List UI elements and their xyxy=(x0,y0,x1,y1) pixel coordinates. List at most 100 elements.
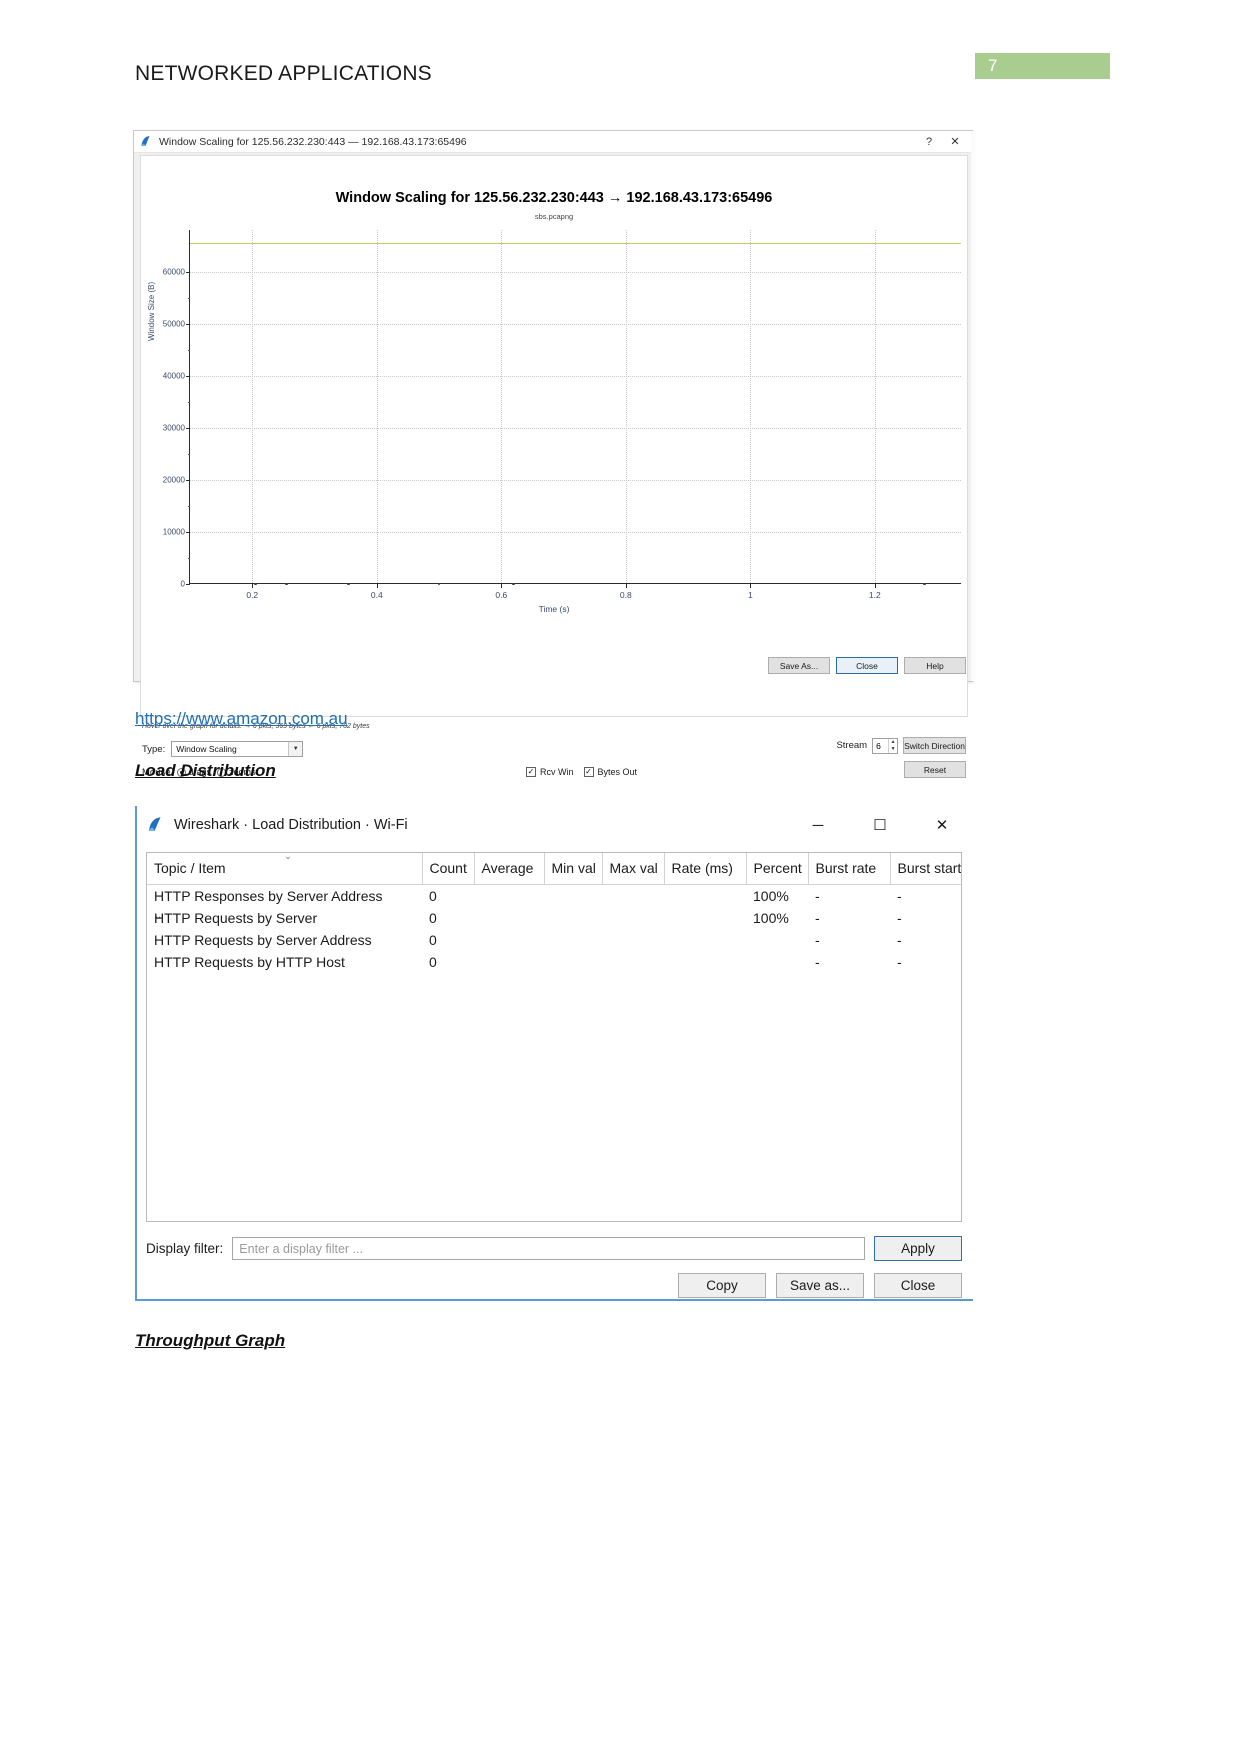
cell-burst-rate: - xyxy=(815,932,820,948)
cell-count: 0 xyxy=(429,932,437,948)
cell-rate-ms xyxy=(664,951,746,973)
stream-controls: Stream 6 ▲ ▼ Switch Direction xyxy=(836,737,966,754)
type-label: Type: xyxy=(142,743,166,755)
cell-average xyxy=(474,929,544,951)
bytes-out-checkbox[interactable]: ✓ Bytes Out xyxy=(583,767,637,777)
window-scaling-button-row: Save As... Close Help xyxy=(768,657,966,674)
cell-min-val xyxy=(544,907,602,929)
cell-max-val xyxy=(602,951,664,973)
data-point xyxy=(285,582,288,586)
x-axis-label: Time (s) xyxy=(538,604,570,614)
cell-percent xyxy=(746,929,808,951)
x-tick-mark xyxy=(252,584,254,588)
x-tick-mark xyxy=(874,584,876,588)
display-filter-label: Display filter: xyxy=(146,1241,224,1256)
table-row[interactable]: HTTP Requests by HTTP Host 0 - - xyxy=(147,951,961,973)
maximize-icon[interactable]: ☐ xyxy=(849,806,911,844)
y-tick-label: 40000 xyxy=(162,371,185,381)
load-distribution-button-row: Copy Save as... Close xyxy=(678,1273,962,1298)
column-header[interactable]: Rate (ms) xyxy=(664,853,747,885)
load-distribution-body: Topic / Item ⌄ Count Average Min val Max val R… xyxy=(146,852,962,1299)
column-header[interactable]: Burst rate xyxy=(808,853,891,885)
row-item-label: HTTP Requests by Server Address xyxy=(154,932,372,948)
data-point xyxy=(347,582,351,586)
series-line-rcv-win xyxy=(190,242,961,244)
close-button[interactable]: Close xyxy=(836,657,898,674)
save-as-button[interactable]: Save As... xyxy=(768,657,830,674)
y-tick-mark xyxy=(186,375,190,377)
chart-subtitle: sbs.pcapng xyxy=(534,212,574,221)
column-header[interactable]: Percent xyxy=(746,853,809,885)
cell-burst-start: - xyxy=(897,888,902,904)
chart-plot-box[interactable]: 0 10000 20000 30000 40000 50000 60000 0.2 0.4 0.6… xyxy=(163,230,961,600)
rcv-win-label: Rcv Win xyxy=(540,767,574,777)
column-header[interactable]: Average xyxy=(474,853,545,885)
cell-rate-ms xyxy=(664,907,746,929)
heading-throughput-graph: Throughput Graph xyxy=(135,1331,286,1350)
save-as-button[interactable]: Save as... xyxy=(776,1273,864,1298)
y-tick-mark xyxy=(186,479,190,481)
stream-label: Stream xyxy=(836,740,868,751)
x-tick-mark xyxy=(625,584,627,588)
switch-direction-button[interactable]: Switch Direction xyxy=(903,737,966,754)
chevron-down-icon[interactable]: ⌄ xyxy=(154,911,162,922)
y-tick-label: 0 xyxy=(180,579,185,589)
x-tick-label: 0.6 xyxy=(495,590,508,600)
page-number-badge: 7 xyxy=(975,53,1110,79)
column-header[interactable]: Min val xyxy=(544,853,603,885)
table-row[interactable]: HTTP Responses by Server Address 0 100% - - xyxy=(147,885,961,908)
close-icon[interactable]: ✕ xyxy=(911,806,973,844)
y-axis-label: Window Size (B) xyxy=(147,281,156,341)
x-tick-label: 1.2 xyxy=(868,590,881,600)
apply-button[interactable]: Apply xyxy=(874,1236,962,1261)
amazon-link[interactable]: https://www.amazon.com.au xyxy=(135,709,348,729)
help-button-bottom[interactable]: Help xyxy=(904,657,966,674)
stream-value: 6 xyxy=(876,740,881,751)
load-distribution-table-wrap[interactable]: Topic / Item ⌄ Count Average Min val Max val R… xyxy=(146,852,962,1222)
cell-min-val xyxy=(544,929,602,951)
type-select-value: Window Scaling xyxy=(176,744,237,754)
stream-stepper[interactable]: 6 ▲ ▼ xyxy=(872,737,899,754)
left-accent-rule xyxy=(135,806,137,1299)
rcv-win-checkbox[interactable]: ✓ Rcv Win xyxy=(526,767,574,777)
cell-max-val xyxy=(602,907,664,929)
cell-average xyxy=(474,907,544,929)
cell-burst-rate: - xyxy=(815,910,820,926)
close-icon[interactable]: ✕ xyxy=(942,131,968,153)
load-distribution-dialog: Wireshark · Load Distribution · Wi-Fi ─ … xyxy=(135,806,973,1301)
cell-count: 0 xyxy=(429,888,437,904)
y-tick-minor xyxy=(187,505,190,507)
cell-percent: 100% xyxy=(753,888,789,904)
y-tick-mark xyxy=(186,584,190,585)
copy-button[interactable]: Copy xyxy=(678,1273,766,1298)
reset-button[interactable]: Reset xyxy=(904,761,966,778)
y-tick-label: 10000 xyxy=(162,527,185,537)
checkbox-checked-icon: ✓ xyxy=(526,767,536,777)
y-tick-minor xyxy=(187,349,190,351)
table-row[interactable]: ⌄ HTTP Requests by Server 0 100% - - xyxy=(147,907,961,929)
cell-count: 0 xyxy=(429,910,437,926)
x-tick-label: 0.4 xyxy=(370,590,383,600)
table-row[interactable]: HTTP Requests by Server Address 0 - - xyxy=(147,929,961,951)
wireshark-logo-icon xyxy=(147,816,165,834)
column-header[interactable]: Max val xyxy=(602,853,665,885)
cell-rate-ms xyxy=(664,929,746,951)
minimize-icon[interactable]: ─ xyxy=(787,806,849,844)
column-header[interactable]: Count xyxy=(422,853,475,885)
table-body: HTTP Responses by Server Address 0 100% - - ⌄… xyxy=(147,885,961,974)
page-title: NETWORKED APPLICATIONS xyxy=(135,62,432,85)
page-scrollbar[interactable] xyxy=(971,131,975,681)
grid-line-horizontal xyxy=(190,427,961,429)
type-select[interactable]: Window Scaling ▼ xyxy=(171,741,304,757)
grid-line-horizontal xyxy=(190,271,961,273)
display-filter-input[interactable]: Enter a display filter ... xyxy=(232,1237,865,1260)
help-button[interactable]: ? xyxy=(916,131,942,153)
close-button[interactable]: Close xyxy=(874,1273,962,1298)
column-header[interactable]: Burst start xyxy=(890,853,961,885)
grid-line-horizontal xyxy=(190,479,961,481)
column-header[interactable]: Topic / Item ⌄ xyxy=(147,853,423,885)
stepper-arrows-icon[interactable]: ▲ ▼ xyxy=(888,738,897,753)
cell-rate-ms xyxy=(664,885,746,908)
data-point xyxy=(437,582,441,586)
data-point xyxy=(254,582,257,586)
